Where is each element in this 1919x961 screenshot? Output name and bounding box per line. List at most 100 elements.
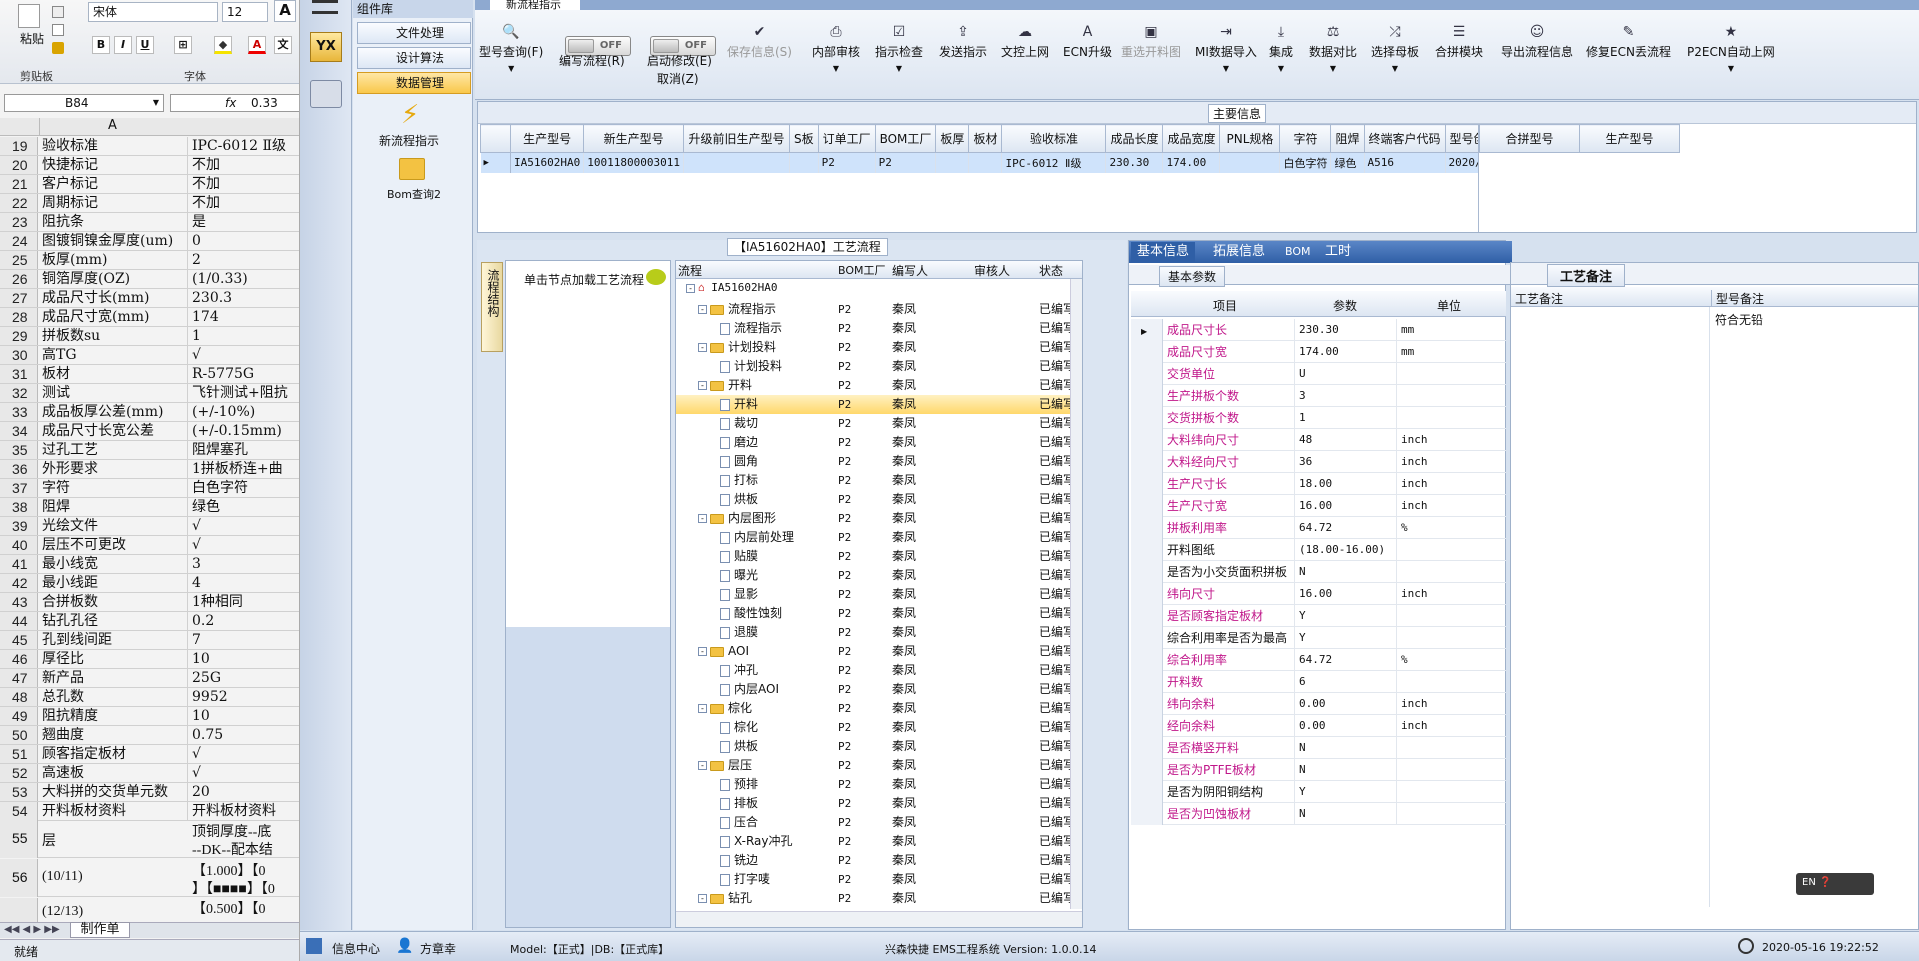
tree-leaf-node[interactable]: 预排 P2 秦凤 已编写 [676,775,1071,794]
sheet-row[interactable]: 56 (10/11) 【1.000】【0 】【■■■■】【0 [0,859,299,897]
cell-b[interactable]: 230.3 [192,289,299,307]
row-number[interactable]: 49 [0,707,38,725]
nav-file-processing[interactable]: 文件处理 [357,22,471,44]
ecn-upgrade-button[interactable]: A ECN升级 [1063,24,1112,60]
cell-b[interactable]: (+/-0.15mm) [192,422,299,440]
merge-model-header[interactable]: 合拼型号 [1479,124,1580,153]
cell-a[interactable]: 最小线宽 [42,555,188,573]
row-number[interactable]: 30 [0,346,38,364]
tree-leaf-node[interactable]: 内层前处理 P2 秦凤 已编写 [676,528,1071,547]
tree-leaf-node[interactable]: 磨边 P2 秦凤 已编写 [676,433,1071,452]
cell-a[interactable]: 板材 [42,365,188,383]
tree-leaf-node[interactable]: 退膜 P2 秦凤 已编写 [676,623,1071,642]
param-row[interactable]: 综合利用率是否为最高 Y [1131,627,1506,649]
sheet-tab[interactable]: 制作单 [70,922,130,938]
cell-a[interactable]: 成品尺寸长宽公差 [42,422,188,440]
row-number[interactable]: 50 [0,726,38,744]
cell-a[interactable]: 快捷标记 [42,156,188,174]
cell-a[interactable]: 阻抗条 [42,213,188,231]
format-painter-icon[interactable] [52,42,64,54]
cell-b[interactable]: 25G [192,669,299,687]
cell-a[interactable]: 铜箔厚度(OZ) [42,270,188,288]
sheet-row[interactable]: 53 大料拼的交货单元数 20 [0,783,299,802]
param-row[interactable]: ▶ 成品尺寸长 230.30 mm [1131,319,1506,341]
cut-icon[interactable] [52,6,64,18]
tree-leaf-node[interactable]: 酸性蚀刻 P2 秦凤 已编写 [676,604,1071,623]
tree-leaf-node[interactable]: 冲孔 P2 秦凤 已编写 [676,661,1071,680]
cell-b[interactable]: 不加 [192,194,299,212]
cell-b[interactable]: √ [192,745,299,763]
merge-module-button[interactable]: ☰ 合拼模块 [1435,24,1483,60]
info-center-icon[interactable] [306,938,322,954]
cell-b[interactable]: 是 [192,213,299,231]
font-size-select[interactable]: 12 [222,2,268,22]
cell-a[interactable]: 翘曲度 [42,726,188,744]
sheet-row[interactable]: 55 层 顶铜厚度--底 --DK--配本结 [0,820,299,858]
cell-a[interactable]: 开料板材资料 [42,802,188,820]
row-number[interactable]: 20 [0,156,38,174]
tree-folder-node[interactable]: - 钻孔 P2 秦凤 已编写 [676,889,1071,908]
column-header[interactable]: S板 [788,124,819,153]
fix-ecn-button[interactable]: ✎ 修复ECN丢流程 [1586,24,1671,60]
copy-icon[interactable] [52,24,64,36]
sheet-row[interactable]: 32 测试 飞针测试+阻抗 [0,384,299,403]
sheet-row[interactable]: 47 新产品 25G [0,669,299,688]
cell-a[interactable]: 图镀铜镍金厚度(um) [42,232,188,250]
cell-a[interactable]: 新产品 [42,669,188,687]
row-number[interactable]: 35 [0,441,38,459]
cell-b[interactable]: 开料板材资料 [192,802,299,820]
nav-data-management[interactable]: 数据管理 [357,72,471,94]
param-row[interactable]: 大料经向尺寸 36 inch [1131,451,1506,473]
column-header[interactable]: PNL规格 [1219,124,1281,153]
sheet-row[interactable]: 45 孔到线间距 7 [0,631,299,650]
underline-button[interactable]: U [136,36,154,54]
row-number[interactable]: 26 [0,270,38,288]
row-number[interactable]: 53 [0,783,38,801]
tab-work-hours[interactable]: 工时 [1319,242,1357,262]
tree-leaf-node[interactable]: 裁切 P2 秦凤 已编写 [676,414,1071,433]
table-cell[interactable]: 绿色 [1330,152,1365,173]
cell-a[interactable]: 顾客指定板材 [42,745,188,763]
param-row[interactable]: 成品尺寸宽 174.00 mm [1131,341,1506,363]
table-cell[interactable] [683,152,790,173]
cell-b[interactable]: 阻焊塞孔 [192,441,299,459]
row-number[interactable]: 21 [0,175,38,193]
sheet-row[interactable]: 54 开料板材资料 开料板材资料 [0,802,299,821]
cell-a[interactable]: 成品板厚公差(mm) [42,403,188,421]
sheet-row[interactable]: 29 拼板数su 1 [0,327,299,346]
check-instruction-button[interactable]: ☑ 指示检查 ▼ [875,24,923,74]
row-number[interactable]: 39 [0,517,38,535]
table-cell[interactable]: 174.00 [1162,152,1221,173]
row-number[interactable]: 25 [0,251,38,269]
tree-leaf-node[interactable]: 开料 P2 秦凤 已编写 [676,395,1071,414]
cell-b[interactable]: 9952 [192,688,299,706]
prod-model-header[interactable]: 生产型号 [1579,124,1680,153]
sheet-row[interactable]: 36 外形要求 1拼板桥连+曲 [0,460,299,479]
p2ecn-button[interactable]: ★ P2ECN自动上网 ▼ [1687,24,1775,74]
cell-b[interactable]: 0.2 [192,612,299,630]
grow-font-icon[interactable]: A [274,0,296,22]
sheet-row[interactable]: 41 最小线宽 3 [0,555,299,574]
table-cell[interactable]: 230.30 [1105,152,1164,173]
column-header[interactable]: 板材 [968,124,1003,153]
select-mother-board-button[interactable]: ⤮ 选择母板 ▼ [1371,24,1419,74]
row-number[interactable]: 34 [0,422,38,440]
cell-b[interactable]: 0 [192,232,299,250]
param-row[interactable]: 综合利用率 64.72 % [1131,649,1506,671]
yx-logo-icon[interactable]: YX [310,32,342,62]
row-number[interactable]: 24 [0,232,38,250]
sheet-row[interactable]: 48 总孔数 9952 [0,688,299,707]
new-flow-button[interactable]: 新流程指示 [379,132,439,149]
encoding-icon[interactable]: 文 [274,36,292,54]
tab-basic-info[interactable]: 基本信息 [1131,242,1196,262]
param-row[interactable]: 生产拼板个数 3 [1131,385,1506,407]
cell-a[interactable]: 拼板数su [42,327,188,345]
tree-leaf-node[interactable]: 打标 P2 秦凤 已编写 [676,471,1071,490]
sheet-row[interactable]: 39 光绘文件 √ [0,517,299,536]
table-cell[interactable]: P2 [818,152,876,173]
send-instruction-button[interactable]: ⇪ 发送指示 [939,24,987,60]
tree-leaf-node[interactable]: 流程指示 P2 秦凤 已编写 [676,319,1071,338]
tree-hscroll[interactable] [676,911,1082,927]
sheet-row[interactable]: 30 高TG √ [0,346,299,365]
table-cell[interactable] [935,152,970,173]
